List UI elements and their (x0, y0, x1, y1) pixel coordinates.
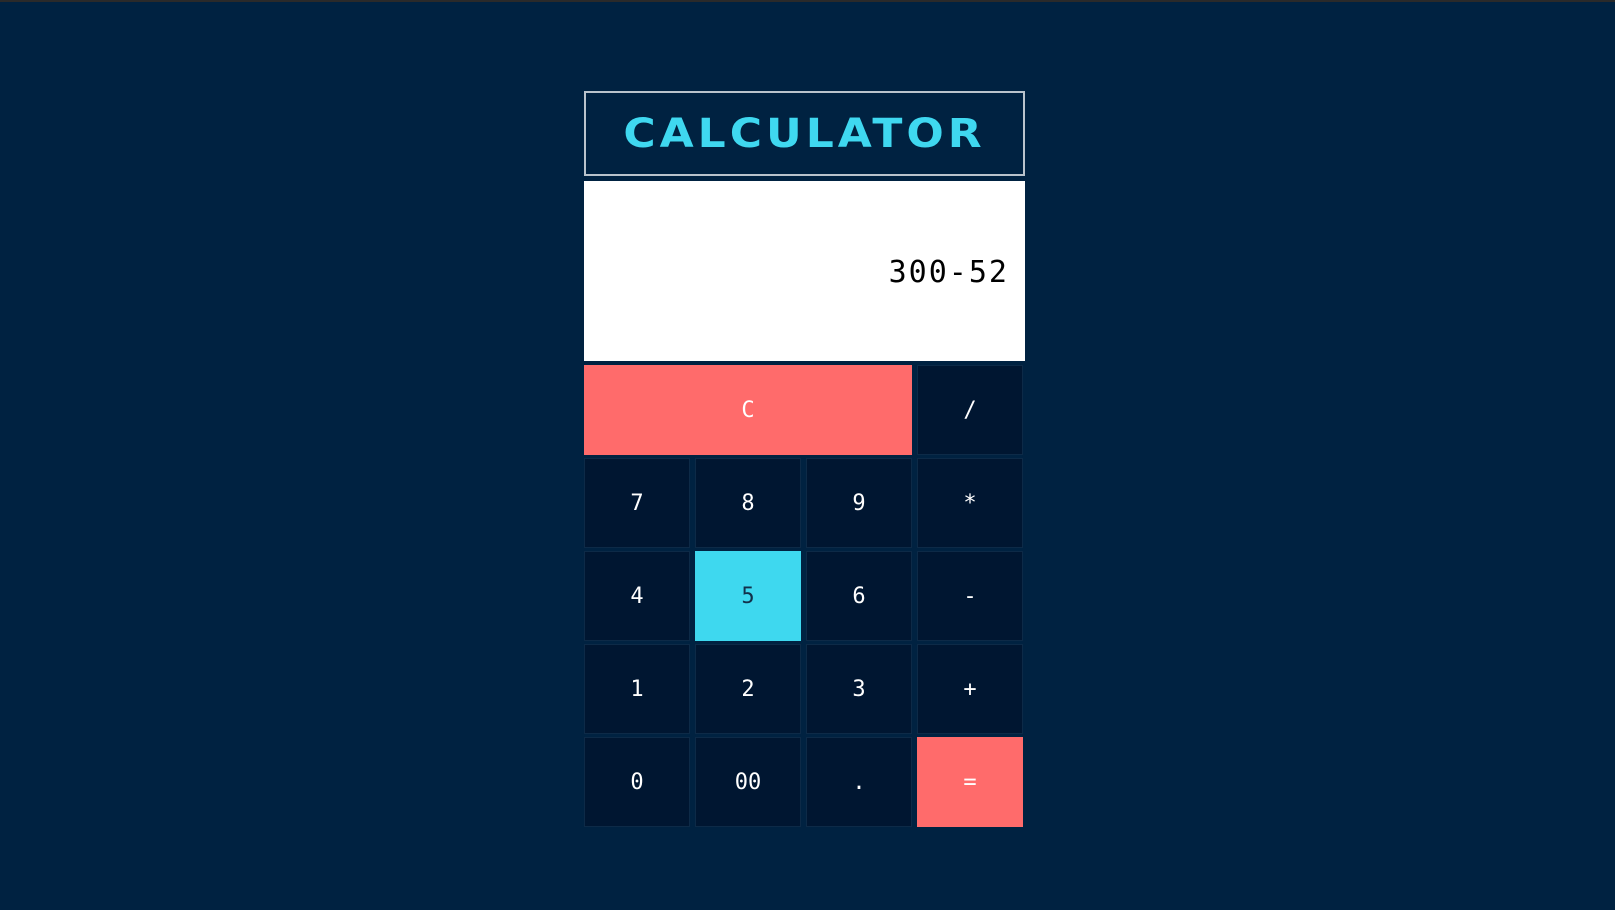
multiply-button[interactable]: * (917, 458, 1023, 548)
window-top-border (0, 0, 1615, 2)
clear-button[interactable]: C (584, 365, 912, 455)
title-box: CALCULATOR (584, 91, 1025, 176)
digit-4-button[interactable]: 4 (584, 551, 690, 641)
calculator: CALCULATOR 300-52 C / 7 8 9 * 4 5 6 - 1 … (584, 91, 1025, 827)
digit-8-button[interactable]: 8 (695, 458, 801, 548)
keypad: C / 7 8 9 * 4 5 6 - 1 2 3 + 0 00 . = (584, 365, 1025, 827)
equals-button[interactable]: = (917, 737, 1023, 827)
digit-6-button[interactable]: 6 (806, 551, 912, 641)
digit-7-button[interactable]: 7 (584, 458, 690, 548)
display-value: 300-52 (888, 254, 1009, 290)
digit-2-button[interactable]: 2 (695, 644, 801, 734)
double-zero-button[interactable]: 00 (695, 737, 801, 827)
subtract-button[interactable]: - (917, 551, 1023, 641)
digit-0-button[interactable]: 0 (584, 737, 690, 827)
divide-button[interactable]: / (917, 365, 1023, 455)
digit-1-button[interactable]: 1 (584, 644, 690, 734)
decimal-button[interactable]: . (806, 737, 912, 827)
digit-3-button[interactable]: 3 (806, 644, 912, 734)
app-title: CALCULATOR (623, 110, 986, 157)
display: 300-52 (584, 181, 1025, 361)
digit-9-button[interactable]: 9 (806, 458, 912, 548)
digit-5-button[interactable]: 5 (695, 551, 801, 641)
add-button[interactable]: + (917, 644, 1023, 734)
